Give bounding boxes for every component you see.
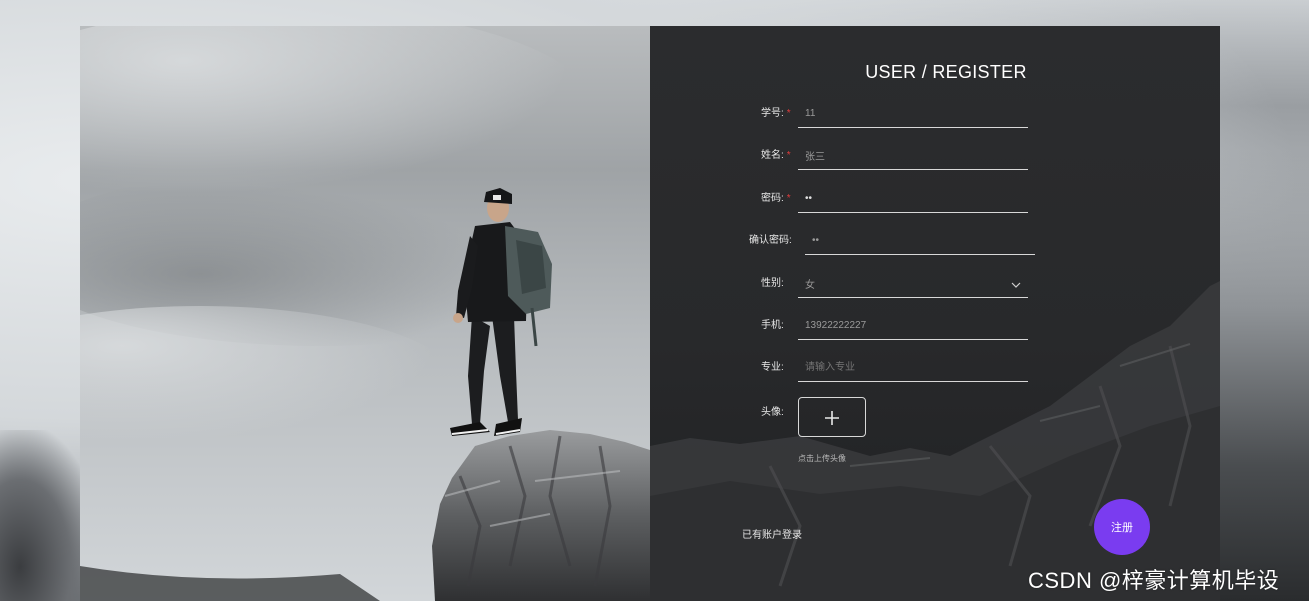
form-row-student-id: 学号: *: [650, 100, 1220, 130]
background-rock-right: [1220, 150, 1309, 601]
form-row-gender: 性别:: [650, 270, 1220, 300]
form-row-confirm-password: 确认密码:: [650, 227, 1220, 257]
phone-label: 手机:: [761, 320, 784, 331]
major-input[interactable]: [798, 354, 1028, 382]
confirm-password-input[interactable]: [805, 227, 1035, 255]
login-link[interactable]: 已有账户登录: [742, 526, 802, 541]
avatar-label: 头像:: [761, 407, 784, 418]
form-row-password: 密码: *: [650, 185, 1220, 215]
watermark-text: CSDN @梓豪计算机毕设: [1028, 568, 1280, 593]
name-input[interactable]: [798, 142, 1028, 170]
chevron-down-icon[interactable]: [1010, 279, 1022, 291]
plus-icon: [825, 411, 839, 425]
required-star: *: [786, 193, 791, 204]
register-card: USER / REGISTER 学号:* 姓名:* 密码:* 确认密码: 性别:: [80, 26, 1220, 601]
password-input[interactable]: [798, 185, 1028, 213]
hiker-illustration: [80, 26, 650, 601]
register-form-panel: USER / REGISTER 学号:* 姓名:* 密码:* 确认密码: 性别:: [650, 26, 1220, 601]
gender-select[interactable]: [798, 270, 1028, 298]
student-id-input[interactable]: [798, 100, 1028, 128]
name-label: 姓名: *: [761, 150, 791, 161]
gender-label: 性别:: [761, 278, 784, 289]
form-row-name: 姓名: *: [650, 142, 1220, 172]
form-title: USER / REGISTER: [865, 62, 1027, 82]
register-button[interactable]: 注册: [1094, 499, 1150, 555]
required-star: *: [786, 108, 791, 119]
major-label: 专业:: [761, 362, 784, 373]
form-row-phone: 手机:: [650, 312, 1220, 342]
avatar-upload-hint: 点击上传头像: [798, 454, 846, 463]
required-star: *: [786, 150, 791, 161]
student-id-label: 学号: *: [761, 108, 791, 119]
avatar-upload-button[interactable]: [798, 397, 866, 437]
confirm-password-label: 确认密码:: [749, 235, 792, 246]
phone-input[interactable]: [798, 312, 1028, 340]
form-row-major: 专业:: [650, 354, 1220, 384]
hero-photo: [80, 26, 650, 601]
password-label: 密码: *: [761, 193, 791, 204]
